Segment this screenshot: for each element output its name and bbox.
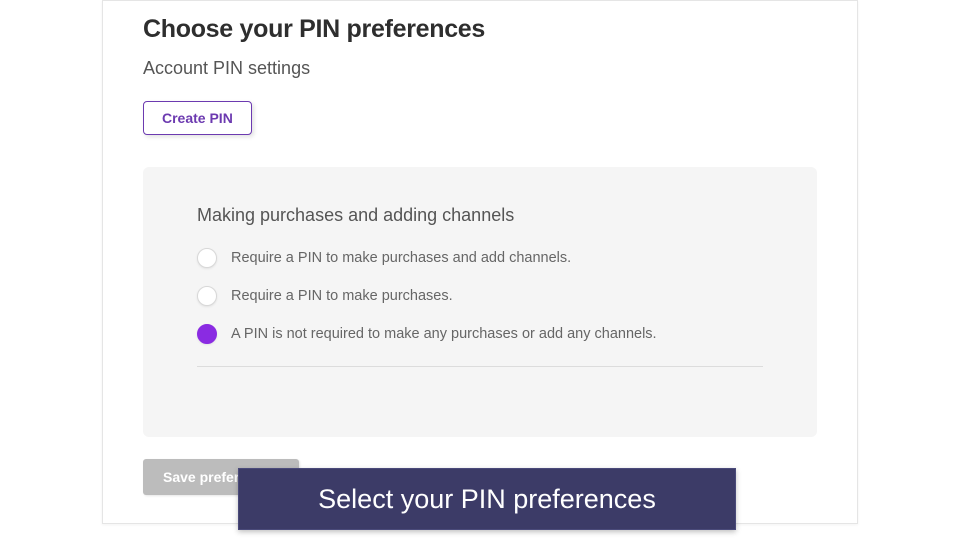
create-pin-button[interactable]: Create PIN [143,101,252,135]
radio-label: Require a PIN to make purchases and add … [231,250,571,266]
preferences-panel: Making purchases and adding channels Req… [143,167,817,437]
settings-card: Choose your PIN preferences Account PIN … [102,0,858,524]
radio-label: A PIN is not required to make any purcha… [231,326,657,342]
radio-option-require-purchases[interactable]: Require a PIN to make purchases. [197,286,763,306]
radio-icon [197,248,217,268]
radio-option-not-required[interactable]: A PIN is not required to make any purcha… [197,324,763,344]
page-title: Choose your PIN preferences [143,15,817,44]
page-subtitle: Account PIN settings [143,58,817,79]
radio-label: Require a PIN to make purchases. [231,288,453,304]
instruction-callout: Select your PIN preferences [238,468,736,530]
radio-icon-selected [197,324,217,344]
radio-icon [197,286,217,306]
callout-text: Select your PIN preferences [318,484,656,515]
radio-option-require-all[interactable]: Require a PIN to make purchases and add … [197,248,763,268]
divider [197,366,763,367]
panel-heading: Making purchases and adding channels [197,205,763,226]
